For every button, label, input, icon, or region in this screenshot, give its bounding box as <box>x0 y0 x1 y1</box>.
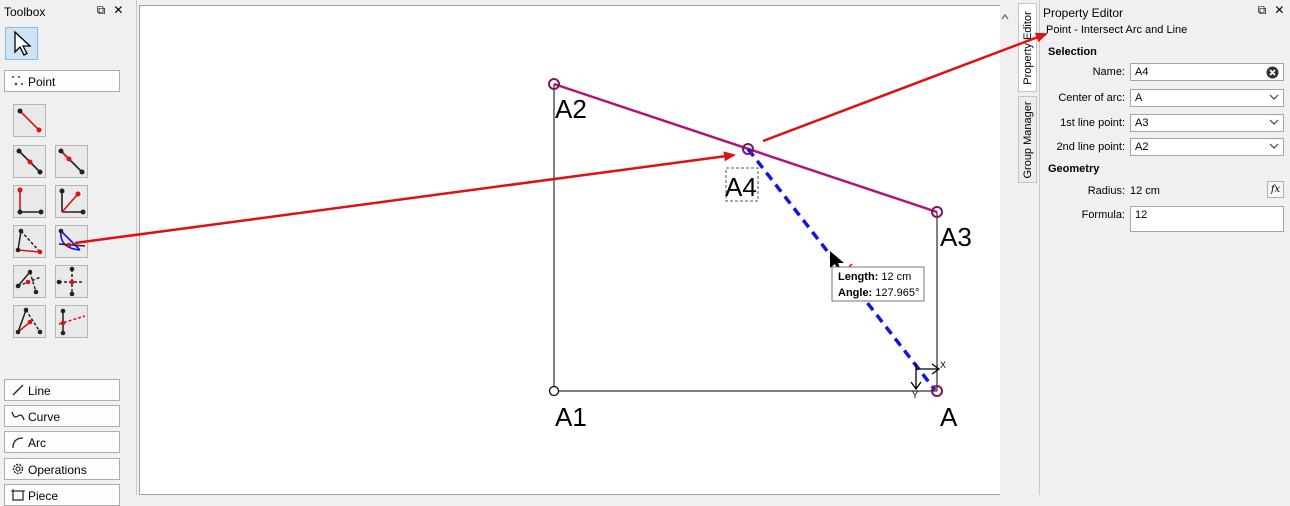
second-line-point-value: A2 <box>1135 141 1149 153</box>
along-line-icon <box>16 148 43 175</box>
piece-icon <box>11 489 25 501</box>
arc-category-button[interactable]: Arc <box>4 431 120 453</box>
fx-icon: fx <box>1270 184 1281 195</box>
line-icon <box>12 384 24 396</box>
perpendicular-icon <box>58 308 86 336</box>
shoulder-icon <box>58 148 85 175</box>
name-field[interactable]: A4 <box>1130 63 1284 81</box>
second-line-point-select[interactable]: A2 <box>1130 138 1284 156</box>
center-of-arc-select[interactable]: A <box>1130 89 1284 107</box>
formula-value: 12 <box>1135 209 1148 221</box>
center-label: Center of arc: <box>1058 92 1125 104</box>
center-value: A <box>1135 92 1143 104</box>
triangle-icon <box>15 228 43 255</box>
line-category-label: Line <box>28 384 51 398</box>
line-intersect-tool[interactable] <box>55 265 88 298</box>
chevron-down-icon <box>1269 143 1279 149</box>
formula-wizard-button[interactable]: fx <box>1267 181 1284 198</box>
cursor-arrow-icon <box>14 30 32 56</box>
side-tabs: Property Editor Group Manager <box>1016 0 1038 495</box>
height-icon <box>15 269 42 295</box>
point-of-contact-tool[interactable] <box>13 305 46 338</box>
point-category-label: Point <box>28 75 56 89</box>
second-line-point-label: 2nd line point: <box>1056 141 1126 153</box>
curve-icon <box>11 411 25 421</box>
point-dots-icon <box>12 76 23 86</box>
float-icon[interactable]: ⧉ <box>94 3 108 18</box>
gear-icon <box>12 463 24 475</box>
segment-tool[interactable] <box>13 104 46 137</box>
property-editor-panel: Property Editor ⧉ ✕ Point - Intersect Ar… <box>1039 0 1290 495</box>
arc-category-label: Arc <box>28 436 46 450</box>
property-editor-title: Property Editor <box>1043 6 1124 20</box>
segment-icon <box>17 108 42 133</box>
perpendicular-tool[interactable] <box>55 305 88 338</box>
scroll-up-icon[interactable] <box>1000 10 1010 24</box>
tab-group-manager-label: Group Manager <box>1021 100 1034 179</box>
first-line-point-select[interactable]: A3 <box>1130 114 1284 132</box>
geometry-header: Geometry <box>1048 163 1100 175</box>
intersect-arc-line-tool[interactable] <box>55 225 88 258</box>
piece-category-button[interactable]: Piece <box>4 484 120 506</box>
tool-subtitle: Point - Intersect Arc and Line <box>1046 24 1188 36</box>
close-icon[interactable]: ✕ <box>1272 3 1286 17</box>
bisector-icon <box>59 188 86 215</box>
tab-property-editor-label: Property Editor <box>1021 10 1034 85</box>
select-tool-button[interactable] <box>5 27 38 60</box>
float-icon[interactable]: ⧉ <box>1255 3 1269 18</box>
vertical-scrollbar[interactable] <box>1000 5 1010 495</box>
intersect-arc-line-icon <box>58 228 86 251</box>
toolbox-panel: Toolbox ⧉ ✕ Point Line Curve Arc Operati… <box>0 0 137 506</box>
name-label: Name: <box>1092 66 1125 78</box>
curve-category-label: Curve <box>28 410 61 424</box>
point-category-button[interactable]: Point <box>4 70 120 92</box>
normal-tool[interactable] <box>13 185 46 218</box>
first-line-point-label: 1st line point: <box>1060 117 1125 129</box>
name-value: A4 <box>1135 66 1149 78</box>
line-category-button[interactable]: Line <box>4 379 120 401</box>
radius-value: 12 cm <box>1130 185 1160 197</box>
curve-category-button[interactable]: Curve <box>4 405 120 427</box>
selection-header: Selection <box>1048 46 1097 58</box>
point-of-contact-icon <box>15 307 43 335</box>
operations-category-button[interactable]: Operations <box>4 458 120 480</box>
chevron-down-icon <box>1269 94 1279 100</box>
radius-label: Radius: <box>1087 185 1125 197</box>
toolbox-title: Toolbox <box>4 5 46 19</box>
close-icon[interactable]: ✕ <box>111 3 125 17</box>
arc-icon <box>12 437 24 449</box>
height-tool[interactable] <box>13 265 46 298</box>
chevron-down-icon <box>1269 119 1279 125</box>
shoulder-tool[interactable] <box>55 145 88 178</box>
formula-input[interactable]: 12 <box>1130 206 1284 232</box>
normal-icon <box>17 187 44 215</box>
tab-property-editor[interactable]: Property Editor <box>1018 3 1037 92</box>
tab-group-manager[interactable]: Group Manager <box>1018 96 1037 183</box>
triangle-tool[interactable] <box>13 225 46 258</box>
piece-category-label: Piece <box>28 489 59 503</box>
operations-category-label: Operations <box>28 463 87 477</box>
first-line-point-value: A3 <box>1135 117 1149 129</box>
bisector-tool[interactable] <box>55 185 88 218</box>
clear-icon[interactable] <box>1266 66 1279 79</box>
line-intersect-icon <box>56 266 84 297</box>
along-line-tool[interactable] <box>13 145 46 178</box>
formula-label: Formula: <box>1081 209 1125 221</box>
drawing-canvas[interactable] <box>139 5 1008 495</box>
